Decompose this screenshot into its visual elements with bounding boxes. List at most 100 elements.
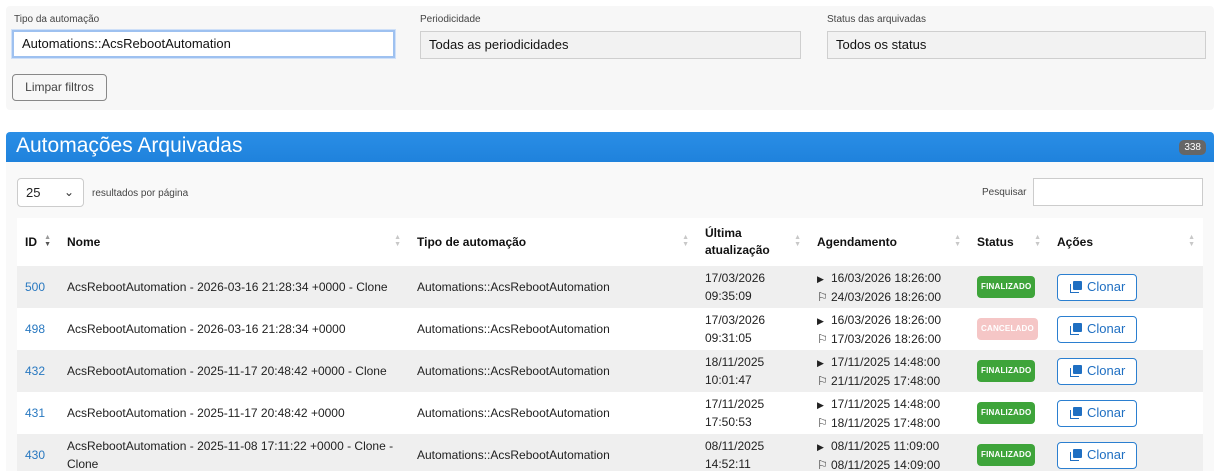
updated-date: 08/11/2025 xyxy=(705,439,765,453)
flag-icon: ⚐ xyxy=(817,289,828,304)
column-header-status[interactable]: Status ▲ ▼ xyxy=(969,218,1049,266)
sort-icon: ▲ ▼ xyxy=(1188,234,1195,248)
automation-id-link[interactable]: 431 xyxy=(25,406,45,420)
automation-type-select[interactable]: Automations::AcsRebootAutomation xyxy=(11,29,396,59)
updated-date: 17/03/2026 xyxy=(705,271,766,285)
clone-icon xyxy=(1070,407,1083,419)
automation-name-cont: Clone xyxy=(67,457,99,471)
clone-button[interactable]: Clonar xyxy=(1057,399,1138,427)
cell-agendamento: ▶ 17/11/2025 14:48:00 ⚐ 18/11/2025 17:48:00 xyxy=(809,392,969,434)
cell-status: FINALIZADO xyxy=(969,266,1049,308)
schedule-start: 17/11/2025 14:48:00 xyxy=(831,354,941,369)
page-length-select[interactable]: 25 ⌄ xyxy=(17,178,84,207)
column-header-status-label: Status xyxy=(977,235,1014,249)
status-badge: CANCELADO xyxy=(977,318,1038,340)
cell-id: 430 xyxy=(17,434,59,471)
cell-tipo: Automations::AcsRebootAutomation xyxy=(409,308,697,350)
flag-icon: ⚐ xyxy=(817,457,828,471)
cell-id: 500 xyxy=(17,266,59,308)
column-header-nome[interactable]: Nome ▲ ▼ xyxy=(59,218,409,266)
updated-date: 17/03/2026 xyxy=(705,313,766,327)
schedule-end: 17/03/2026 18:26:00 xyxy=(831,331,942,346)
column-header-acoes-label: Ações xyxy=(1057,235,1094,249)
column-header-acoes[interactable]: Ações ▲ ▼ xyxy=(1049,218,1203,266)
count-badge: 338 xyxy=(1179,140,1206,155)
page-length-value: 25 xyxy=(26,185,41,200)
cell-ultima-atualizacao: 08/11/2025 14:52:11 xyxy=(697,434,809,471)
sort-icon: ▲ ▼ xyxy=(1034,234,1041,248)
cell-id: 432 xyxy=(17,350,59,392)
automation-name: AcsRebootAutomation - 2026-03-16 21:28:3… xyxy=(67,280,388,294)
automation-type: Automations::AcsRebootAutomation xyxy=(417,322,610,336)
column-header-ultima-label: Última xyxy=(705,226,742,240)
automation-id-link[interactable]: 500 xyxy=(25,280,45,294)
automation-id-link[interactable]: 498 xyxy=(25,322,45,336)
cell-acoes: Clonar xyxy=(1049,434,1203,471)
table-row: 432 AcsRebootAutomation - 2025-11-17 20:4… xyxy=(17,350,1203,392)
periodicity-select[interactable]: Todas as periodicidades xyxy=(420,31,801,59)
clone-button[interactable]: Clonar xyxy=(1057,441,1138,469)
cell-agendamento: ▶ 16/03/2026 18:26:00 ⚐ 24/03/2026 18:26:00 xyxy=(809,266,969,308)
cell-status: FINALIZADO xyxy=(969,434,1049,471)
cell-nome: AcsRebootAutomation - 2026-03-16 21:28:3… xyxy=(59,308,409,350)
automation-id-link[interactable]: 432 xyxy=(25,364,45,378)
cell-agendamento: ▶ 17/11/2025 14:48:00 ⚐ 21/11/2025 17:48:00 xyxy=(809,350,969,392)
table-row: 498 AcsRebootAutomation - 2026-03-16 21:2… xyxy=(17,308,1203,350)
cell-acoes: Clonar xyxy=(1049,308,1203,350)
periodicity-label: Periodicidade xyxy=(420,14,481,25)
clear-filters-button[interactable]: Limpar filtros xyxy=(12,74,107,101)
updated-time: 10:01:47 xyxy=(705,373,752,387)
clone-icon xyxy=(1070,449,1083,461)
cell-acoes: Clonar xyxy=(1049,392,1203,434)
sort-desc-icon: ▲ ▼ xyxy=(44,234,51,248)
column-header-nome-label: Nome xyxy=(67,235,101,249)
table-row: 500 AcsRebootAutomation - 2026-03-16 21:2… xyxy=(17,266,1203,308)
clone-button[interactable]: Clonar xyxy=(1057,315,1138,343)
cell-nome: AcsRebootAutomation - 2025-11-08 17:11:2… xyxy=(59,434,409,471)
clone-label: Clonar xyxy=(1087,405,1126,420)
flag-icon: ⚐ xyxy=(817,415,828,430)
schedule-end: 21/11/2025 17:48:00 xyxy=(831,373,941,388)
cell-agendamento: ▶ 16/03/2026 18:26:00 ⚐ 17/03/2026 18:26:00 xyxy=(809,308,969,350)
schedule-start: 08/11/2025 11:09:00 xyxy=(831,438,940,453)
automation-name: AcsRebootAutomation - 2025-11-17 20:48:4… xyxy=(67,364,387,378)
column-header-tipo-label: Tipo de automação xyxy=(417,235,527,249)
search-input[interactable] xyxy=(1033,178,1203,206)
clone-button[interactable]: Clonar xyxy=(1057,357,1138,385)
status-badge: FINALIZADO xyxy=(977,360,1036,382)
column-header-agendamento[interactable]: Agendamento ▲ ▼ xyxy=(809,218,969,266)
flag-icon: ⚐ xyxy=(817,331,828,346)
cell-tipo: Automations::AcsRebootAutomation xyxy=(409,392,697,434)
column-header-id[interactable]: ID ▲ ▼ xyxy=(17,218,59,266)
archived-status-select[interactable]: Todos os status xyxy=(827,31,1206,59)
cell-ultima-atualizacao: 17/11/2025 17:50:53 xyxy=(697,392,809,434)
status-badge: FINALIZADO xyxy=(977,276,1036,298)
sort-icon: ▲ ▼ xyxy=(954,234,961,248)
cell-nome: AcsRebootAutomation - 2026-03-16 21:28:3… xyxy=(59,266,409,308)
column-header-ultima-atualizacao[interactable]: Última atualização ▲ ▼ xyxy=(697,218,809,266)
automation-name: AcsRebootAutomation - 2025-11-17 20:48:4… xyxy=(67,406,345,420)
sort-icon: ▲ ▼ xyxy=(682,234,689,248)
schedule-end: 24/03/2026 18:26:00 xyxy=(831,289,942,304)
sort-icon: ▲ ▼ xyxy=(794,234,801,248)
automation-type: Automations::AcsRebootAutomation xyxy=(417,280,610,294)
schedule-start: 16/03/2026 18:26:00 xyxy=(831,270,942,285)
clone-label: Clonar xyxy=(1087,321,1126,336)
clone-button[interactable]: Clonar xyxy=(1057,273,1138,301)
clone-label: Clonar xyxy=(1087,363,1126,378)
play-icon: ▶ xyxy=(817,441,824,452)
flag-icon: ⚐ xyxy=(817,373,828,388)
search-label: Pesquisar xyxy=(982,187,1027,198)
play-icon: ▶ xyxy=(817,315,824,326)
schedule-start: 17/11/2025 14:48:00 xyxy=(831,396,941,411)
column-header-tipo[interactable]: Tipo de automação ▲ ▼ xyxy=(409,218,697,266)
cell-status: FINALIZADO xyxy=(969,350,1049,392)
filters-panel: Tipo da automação Automations::AcsReboot… xyxy=(6,6,1214,110)
cell-ultima-atualizacao: 17/03/2026 09:35:09 xyxy=(697,266,809,308)
sort-icon: ▲ ▼ xyxy=(394,234,401,248)
play-icon: ▶ xyxy=(817,273,824,284)
automation-id-link[interactable]: 430 xyxy=(25,448,45,462)
column-header-atualizacao-label: atualização xyxy=(705,243,770,257)
status-badge: FINALIZADO xyxy=(977,402,1036,424)
schedule-end: 18/11/2025 17:48:00 xyxy=(831,415,941,430)
